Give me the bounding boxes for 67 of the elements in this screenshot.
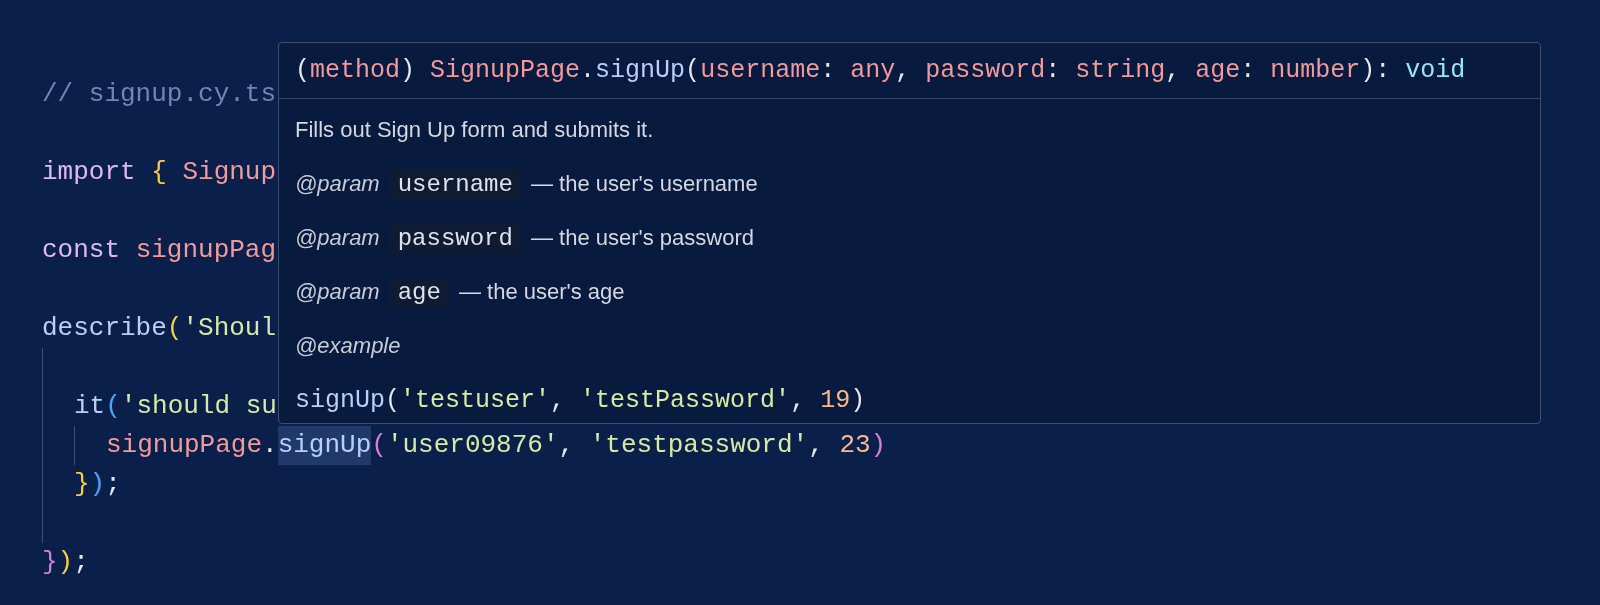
code-token: )	[89, 468, 106, 501]
code-token: 'testpassword'	[589, 429, 809, 462]
code-token: username	[700, 55, 821, 87]
code-token: const	[42, 234, 121, 267]
code-token: )	[400, 55, 417, 87]
param-tag: @param	[295, 279, 380, 305]
param-tag: @param	[295, 171, 380, 197]
param-name: password	[389, 222, 521, 254]
code-token: import	[42, 156, 137, 189]
code-token: )	[850, 385, 866, 415]
code-token: :	[1045, 55, 1062, 87]
code-token: ,	[895, 55, 912, 87]
example-tag: @example	[295, 333, 401, 359]
code-token: 'testPassword'	[580, 385, 791, 415]
code-token: signupPag	[135, 234, 277, 267]
param-tag: @param	[295, 225, 380, 251]
code-token: ,	[1165, 55, 1182, 87]
code-token: signUp	[295, 385, 385, 415]
code-token: }	[74, 468, 90, 501]
code-token: (	[685, 55, 701, 87]
code-token: age	[1195, 55, 1241, 87]
code-token: (	[105, 390, 121, 423]
param-description: — the user's password	[530, 225, 754, 251]
code-token: signupPage	[106, 429, 263, 462]
code-token: (	[166, 312, 183, 345]
code-token: void	[1405, 55, 1466, 87]
code-token: // signup.cy.ts	[42, 78, 277, 111]
param-description: — the user's age	[458, 279, 625, 305]
param-name: username	[389, 168, 521, 200]
code-token: 'Shoul	[182, 312, 277, 345]
code-token: :	[1240, 55, 1257, 87]
code-token: ,	[790, 385, 807, 415]
code-token: method	[310, 55, 401, 87]
code-token: describe	[42, 312, 167, 345]
code-token: :	[820, 55, 837, 87]
param-description: — the user's username	[530, 171, 758, 197]
code-token: Signup	[182, 156, 277, 189]
code-token: any	[850, 55, 896, 87]
code-token: (	[295, 55, 310, 87]
code-token: 'user09876'	[386, 429, 559, 462]
description-text: Fills out Sign Up form and submits it.	[295, 117, 654, 143]
code-token: ,	[558, 429, 576, 462]
code-token: .	[262, 429, 278, 462]
code-token: {	[151, 156, 168, 189]
param-name: age	[389, 276, 449, 308]
code-token: .	[580, 55, 596, 87]
hovered-token: signUp	[277, 426, 372, 465]
code-token: string	[1075, 55, 1166, 87]
code-token: ):	[1360, 55, 1392, 87]
code-token: )	[870, 429, 887, 462]
code-token: number	[1270, 55, 1361, 87]
code-token: 'should su	[120, 390, 277, 423]
code-token: SignupPage	[430, 55, 581, 87]
code-token: }	[42, 546, 58, 579]
code-token: ;	[105, 468, 121, 501]
code-token: ,	[808, 429, 825, 462]
code-token: 'testuser'	[400, 385, 551, 415]
code-token: 19	[820, 385, 851, 415]
code-token: signUp	[595, 55, 686, 87]
code-token: (	[385, 385, 401, 415]
code-token: )	[57, 546, 74, 579]
code-token: ,	[550, 385, 567, 415]
code-token: (	[371, 429, 387, 462]
code-token: 23	[839, 429, 871, 462]
code-token: password	[925, 55, 1046, 87]
code-token: ;	[73, 546, 89, 579]
code-token: it	[74, 390, 106, 423]
